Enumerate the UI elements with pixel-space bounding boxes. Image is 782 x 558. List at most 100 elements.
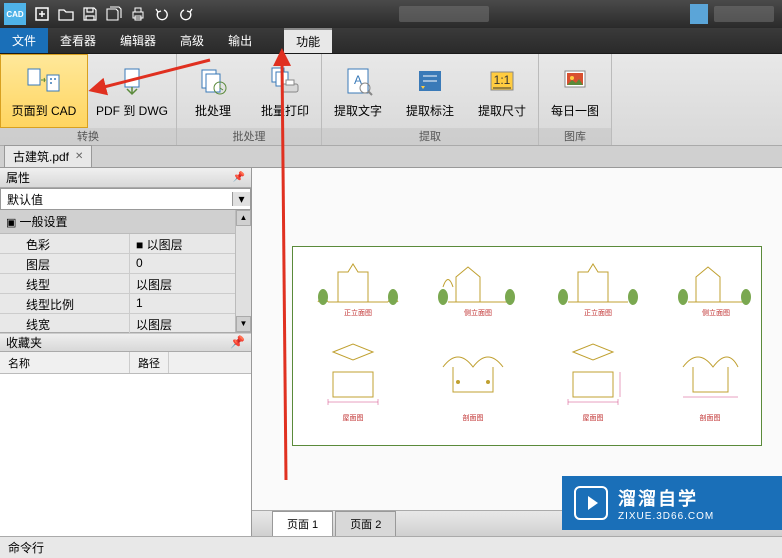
save-all-icon[interactable] [102, 2, 126, 26]
menu-function[interactable]: 功能 [284, 28, 332, 53]
watermark: 溜溜自学 ZIXUE.3D66.COM [562, 476, 782, 530]
watermark-title: 溜溜自学 [618, 485, 714, 511]
document-tab-bar: 古建筑.pdf ✕ [0, 146, 782, 168]
pdf-to-dwg-icon [115, 64, 149, 98]
prop-value[interactable]: 以图层 [130, 274, 251, 293]
drawing-sheet: 正立面图 侧立面图 正立面图 侧立面图 [292, 246, 762, 446]
batch-process-button[interactable]: 批处理 [177, 54, 249, 128]
prop-value[interactable]: 0 [130, 254, 251, 273]
extract-text-button[interactable]: A 提取文字 [322, 54, 394, 128]
document-tab-label: 古建筑.pdf [13, 148, 69, 165]
prop-row: 线型以图层 [0, 274, 251, 294]
open-icon[interactable] [54, 2, 78, 26]
favorites-header: 收藏夹 📌 [0, 332, 251, 352]
pdf-to-dwg-label: PDF 到 DWG [96, 102, 168, 119]
extract-annotation-icon [413, 64, 447, 98]
favorites-panel: 收藏夹 📌 名称 路径 [0, 332, 251, 536]
prop-row: 线宽以图层 [0, 314, 251, 334]
ribbon-group-convert: 页面到 CAD PDF 到 DWG 转换 [0, 54, 177, 145]
drawing-canvas[interactable]: 正立面图 侧立面图 正立面图 侧立面图 [252, 168, 782, 510]
title-blur [399, 6, 489, 22]
pin-icon[interactable]: 📌 [233, 172, 245, 183]
extract-text-label: 提取文字 [334, 102, 382, 119]
batch-print-label: 批量打印 [261, 102, 309, 119]
prop-row: 线型比例1 [0, 294, 251, 314]
prop-value[interactable]: 以图层 [130, 314, 251, 333]
redo-icon[interactable] [174, 2, 198, 26]
menu-file[interactable]: 文件 [0, 28, 48, 53]
ribbon-group-convert-label: 转换 [0, 128, 176, 145]
svg-text:剖面图: 剖面图 [700, 413, 721, 422]
window-decor-icon [690, 4, 708, 24]
page-to-cad-button[interactable]: 页面到 CAD [0, 54, 88, 128]
svg-text:剖面图: 剖面图 [463, 413, 484, 422]
app-icon: CAD [4, 3, 26, 25]
page-tab-2[interactable]: 页面 2 [335, 511, 396, 536]
daily-image-label: 每日一图 [551, 102, 599, 119]
extract-annotation-button[interactable]: 提取标注 [394, 54, 466, 128]
ribbon-group-gallery: 每日一图 图库 [539, 54, 612, 145]
col-name[interactable]: 名称 [0, 352, 130, 373]
ribbon-group-batch-label: 批处理 [177, 128, 321, 145]
menu-advanced[interactable]: 高级 [168, 28, 216, 53]
favorites-columns: 名称 路径 [0, 352, 251, 374]
document-tab[interactable]: 古建筑.pdf ✕ [4, 145, 92, 168]
default-value-dropdown[interactable]: 默认值 ▾ [0, 188, 251, 210]
ribbon-group-gallery-label: 图库 [539, 128, 611, 145]
prop-value[interactable]: 1 [130, 294, 251, 313]
play-icon [574, 486, 608, 520]
favorites-body [0, 374, 251, 536]
quick-access-toolbar: CAD [0, 0, 782, 28]
svg-text:侧立面图: 侧立面图 [702, 308, 730, 317]
save-icon[interactable] [78, 2, 102, 26]
menu-output[interactable]: 输出 [216, 28, 264, 53]
prop-key: 色彩 [0, 234, 130, 253]
batch-process-icon [196, 64, 230, 98]
prop-value[interactable]: ■ 以图层 [130, 234, 251, 253]
daily-image-button[interactable]: 每日一图 [539, 54, 611, 128]
ribbon-group-extract: A 提取文字 提取标注 1:1 提取尺寸 提取 [322, 54, 539, 145]
pdf-to-dwg-button[interactable]: PDF 到 DWG [88, 54, 176, 128]
page-tab-1[interactable]: 页面 1 [272, 511, 333, 536]
general-settings-header[interactable]: ▣ 一般设置 [0, 210, 251, 234]
menu-editor[interactable]: 编辑器 [108, 28, 168, 53]
page-to-cad-icon [27, 64, 61, 98]
daily-image-icon [558, 64, 592, 98]
svg-text:正立面图: 正立面图 [584, 308, 612, 317]
properties-title: 属性 [6, 169, 30, 186]
ribbon: 页面到 CAD PDF 到 DWG 转换 批处理 批 [0, 54, 782, 146]
dropdown-arrow-icon[interactable]: ▾ [232, 192, 250, 206]
svg-text:1:1: 1:1 [494, 73, 511, 87]
prop-key: 线型 [0, 274, 130, 293]
command-bar[interactable]: 命令行 [0, 536, 782, 558]
extract-annotation-label: 提取标注 [406, 102, 454, 119]
close-tab-icon[interactable]: ✕ [75, 151, 83, 162]
ribbon-group-batch: 批处理 批量打印 批处理 [177, 54, 322, 145]
watermark-url: ZIXUE.3D66.COM [618, 511, 714, 522]
default-value-label: 默认值 [1, 191, 232, 208]
left-panel: 属性 📌 默认值 ▾ ▣ 一般设置 色彩■ 以图层 图层0 线型以图层 线型比例… [0, 168, 252, 536]
prop-key: 线型比例 [0, 294, 130, 313]
svg-text:屋面图: 屋面图 [343, 414, 364, 422]
properties-scrollbar[interactable]: ▲▼ [235, 210, 251, 332]
undo-icon[interactable] [150, 2, 174, 26]
pin-icon[interactable]: 📌 [230, 335, 245, 349]
menu-viewer[interactable]: 查看器 [48, 28, 108, 53]
scroll-down-icon[interactable]: ▼ [236, 316, 251, 332]
prop-key: 图层 [0, 254, 130, 273]
ribbon-group-extract-label: 提取 [322, 128, 538, 145]
print-icon[interactable] [126, 2, 150, 26]
command-label: 命令行 [8, 539, 44, 556]
favorites-title: 收藏夹 [6, 334, 42, 351]
prop-row: 色彩■ 以图层 [0, 234, 251, 254]
scroll-up-icon[interactable]: ▲ [236, 210, 251, 226]
col-path[interactable]: 路径 [130, 352, 169, 373]
prop-row: 图层0 [0, 254, 251, 274]
extract-dimension-icon: 1:1 [485, 64, 519, 98]
batch-print-button[interactable]: 批量打印 [249, 54, 321, 128]
batch-print-icon [268, 64, 302, 98]
extract-dimension-button[interactable]: 1:1 提取尺寸 [466, 54, 538, 128]
menu-bar: 文件 查看器 编辑器 高级 输出 功能 [0, 28, 782, 54]
prop-key: 线宽 [0, 314, 130, 333]
new-icon[interactable] [30, 2, 54, 26]
